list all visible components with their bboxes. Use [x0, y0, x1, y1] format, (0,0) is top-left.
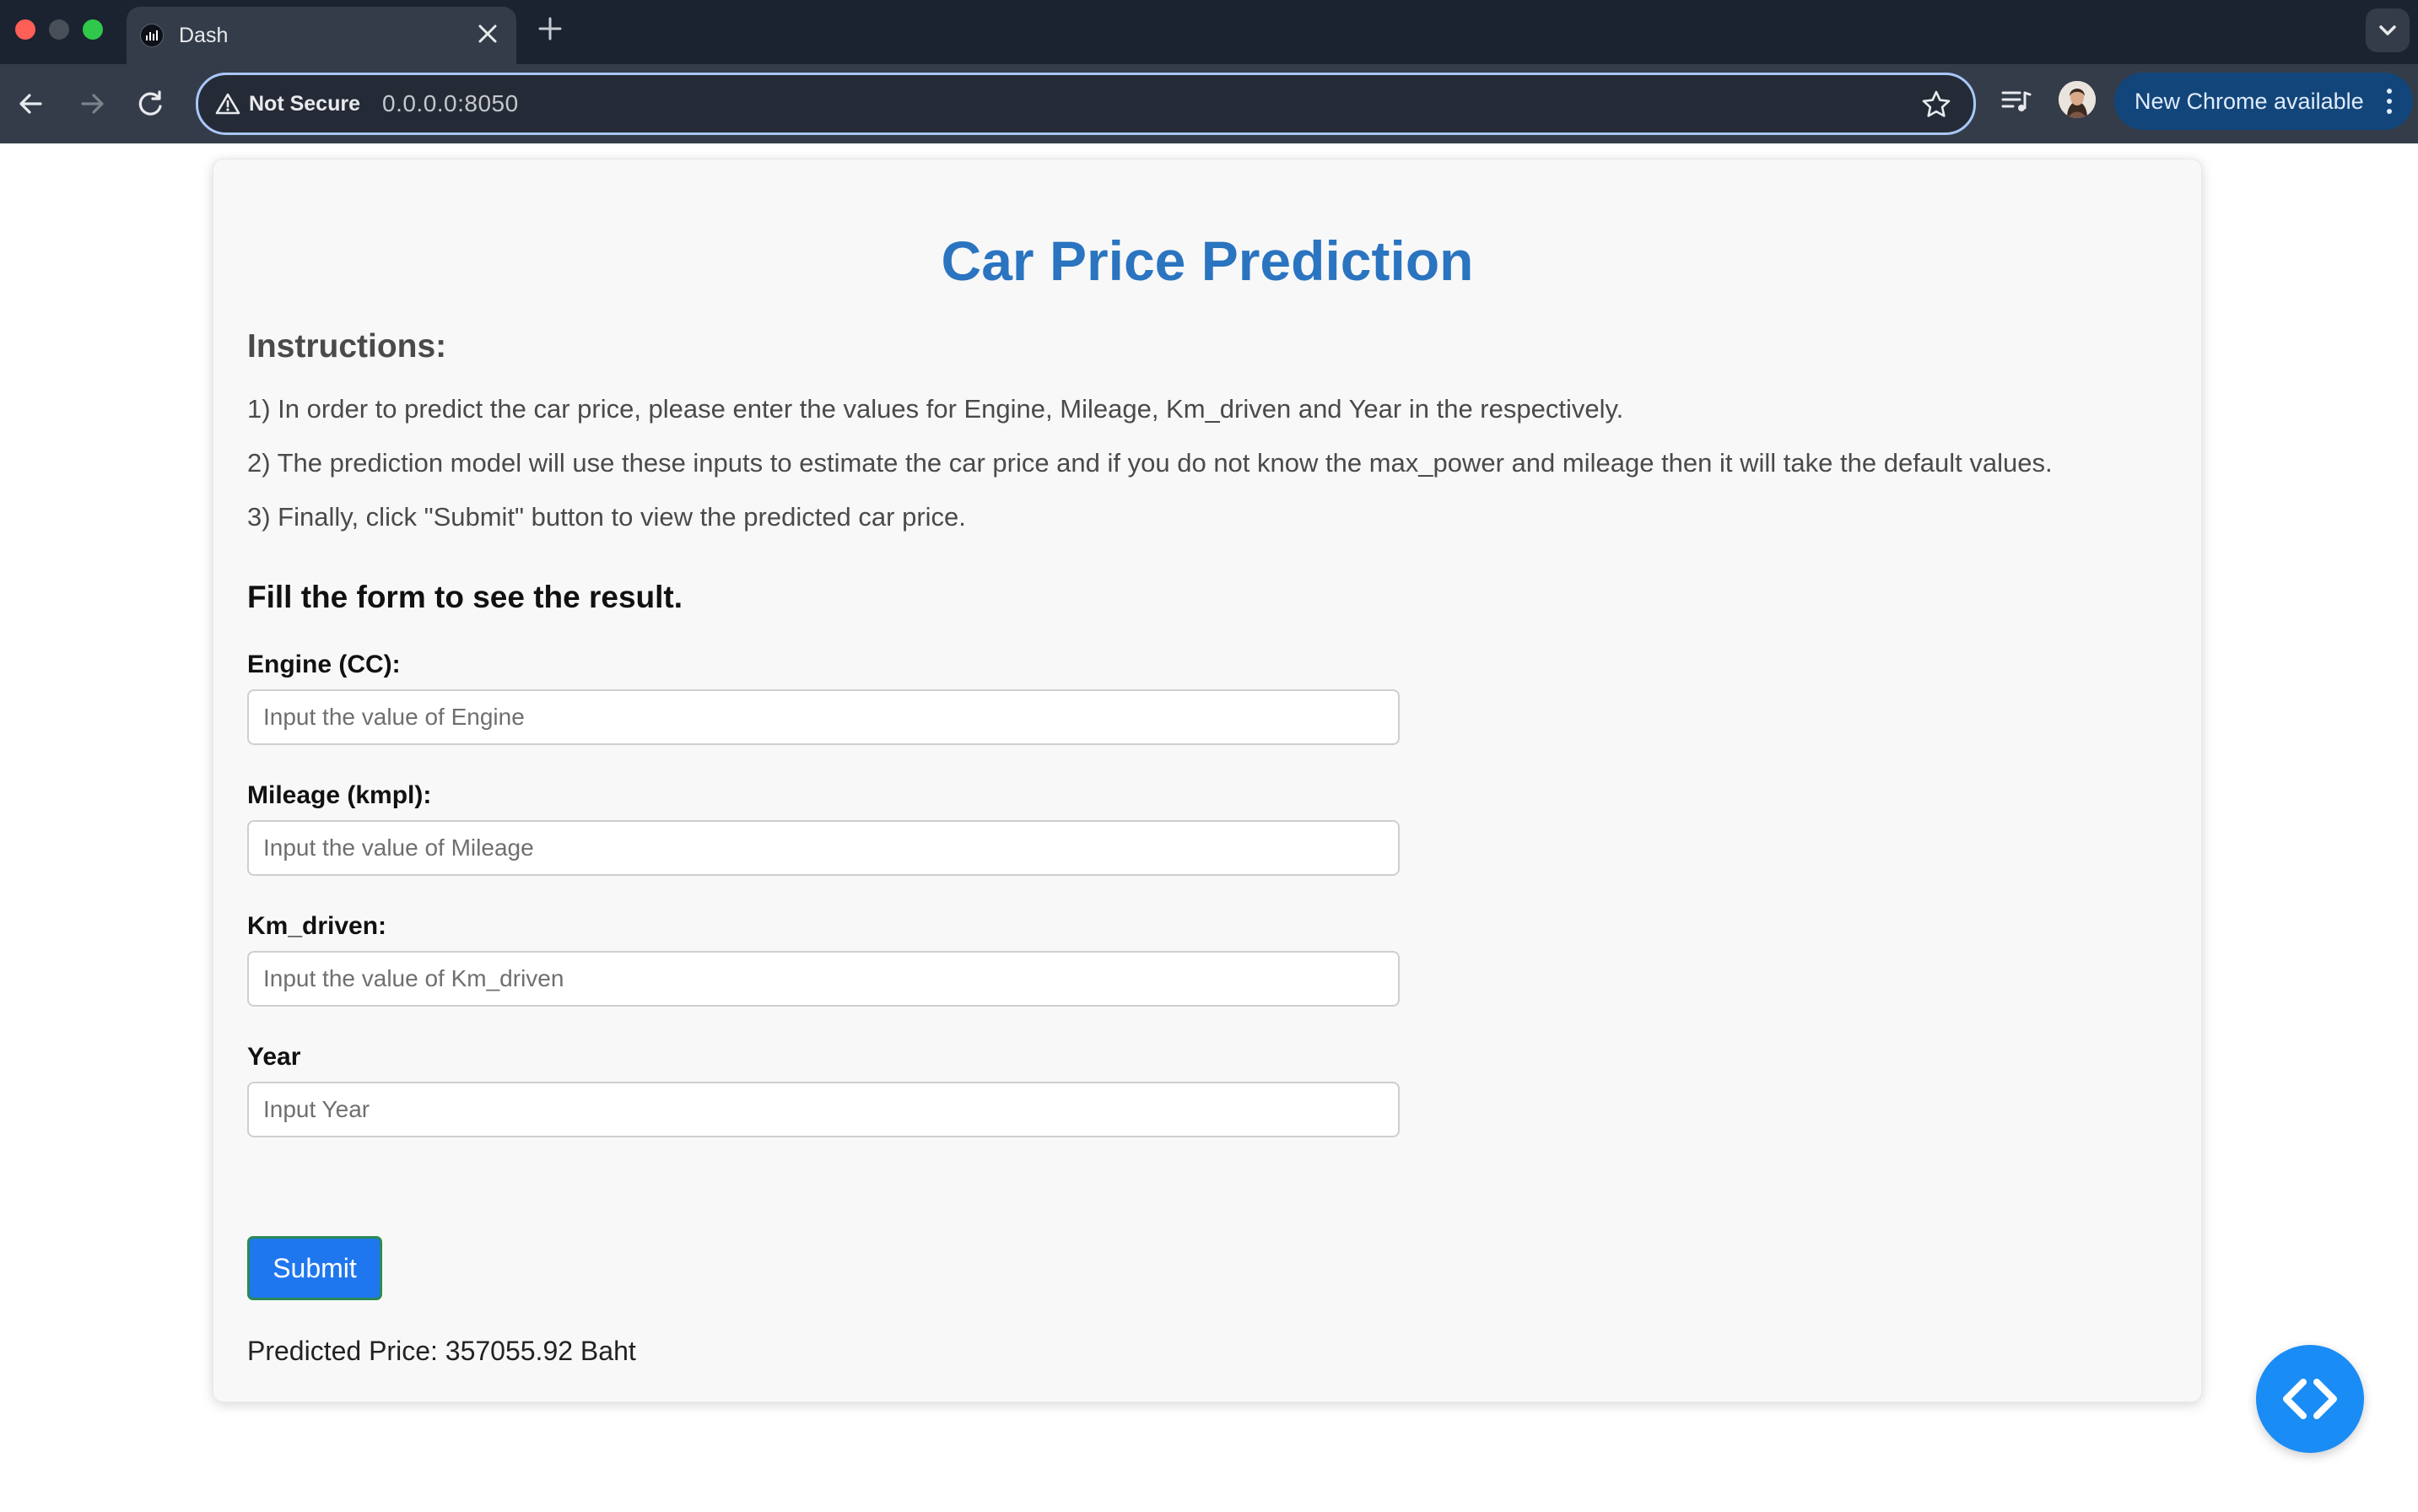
predicted-price-text: Predicted Price: 357055.92 Baht	[247, 1336, 636, 1366]
dash-favicon-icon	[140, 24, 164, 47]
warning-triangle-icon	[215, 93, 240, 115]
window-zoom-control[interactable]	[83, 19, 103, 40]
mileage-input[interactable]	[247, 820, 1400, 876]
window-minimize-control[interactable]	[49, 19, 69, 40]
security-indicator[interactable]: Not Secure	[215, 87, 360, 121]
kebab-menu-icon[interactable]	[2386, 86, 2393, 116]
security-label: Not Secure	[249, 91, 360, 116]
url-text[interactable]: 0.0.0.0:8050	[382, 90, 519, 117]
new-tab-icon[interactable]	[533, 12, 567, 46]
page-title: Car Price Prediction	[941, 230, 1474, 292]
mileage-label: Mileage (kmpl):	[247, 781, 432, 809]
window-close-control[interactable]	[15, 19, 35, 40]
submit-button[interactable]: Submit	[247, 1236, 382, 1300]
year-input[interactable]	[247, 1082, 1400, 1137]
devtools-toggle-button[interactable]	[2256, 1345, 2364, 1453]
browser-tab-strip: Dash	[0, 0, 2418, 64]
prediction-card: Car Price Prediction Instructions: 1) In…	[213, 159, 2202, 1402]
tab-close-icon[interactable]	[472, 19, 503, 49]
engine-input[interactable]	[247, 689, 1400, 745]
bookmark-star-icon[interactable]	[1919, 88, 1953, 122]
browser-tab-active[interactable]: Dash	[127, 7, 516, 64]
address-bar[interactable]: Not Secure 0.0.0.0:8050	[196, 73, 1976, 135]
engine-label: Engine (CC):	[247, 651, 401, 678]
new-chrome-update-button[interactable]: New Chrome available	[2114, 73, 2413, 130]
instruction-step-3: 3) Finally, click "Submit" button to vie…	[247, 502, 966, 532]
reload-icon	[138, 90, 162, 116]
km-driven-input[interactable]	[247, 951, 1400, 1007]
update-label: New Chrome available	[2135, 89, 2364, 114]
instruction-step-2: 2) The prediction model will use these i…	[247, 448, 2053, 478]
km-driven-label: Km_driven:	[247, 912, 387, 940]
back-button[interactable]	[12, 84, 51, 123]
arrow-right-icon	[81, 94, 104, 114]
form-heading: Fill the form to see the result.	[247, 580, 683, 614]
browser-toolbar: Not Secure 0.0.0.0:8050 New Chrome avail…	[0, 64, 2418, 143]
reload-button[interactable]	[132, 84, 170, 123]
forward-button[interactable]	[73, 84, 111, 123]
profile-avatar[interactable]	[2059, 81, 2096, 118]
arrow-left-icon	[19, 94, 42, 114]
tab-search-button[interactable]	[2366, 8, 2410, 52]
tab-title: Dash	[179, 24, 229, 47]
year-label: Year	[247, 1043, 301, 1071]
instruction-step-1: 1) In order to predict the car price, pl…	[247, 394, 1624, 424]
media-queue-icon[interactable]	[2000, 83, 2033, 120]
code-brackets-icon	[2283, 1379, 2337, 1419]
chevron-down-icon	[2379, 25, 2396, 35]
instructions-heading: Instructions:	[247, 328, 447, 364]
